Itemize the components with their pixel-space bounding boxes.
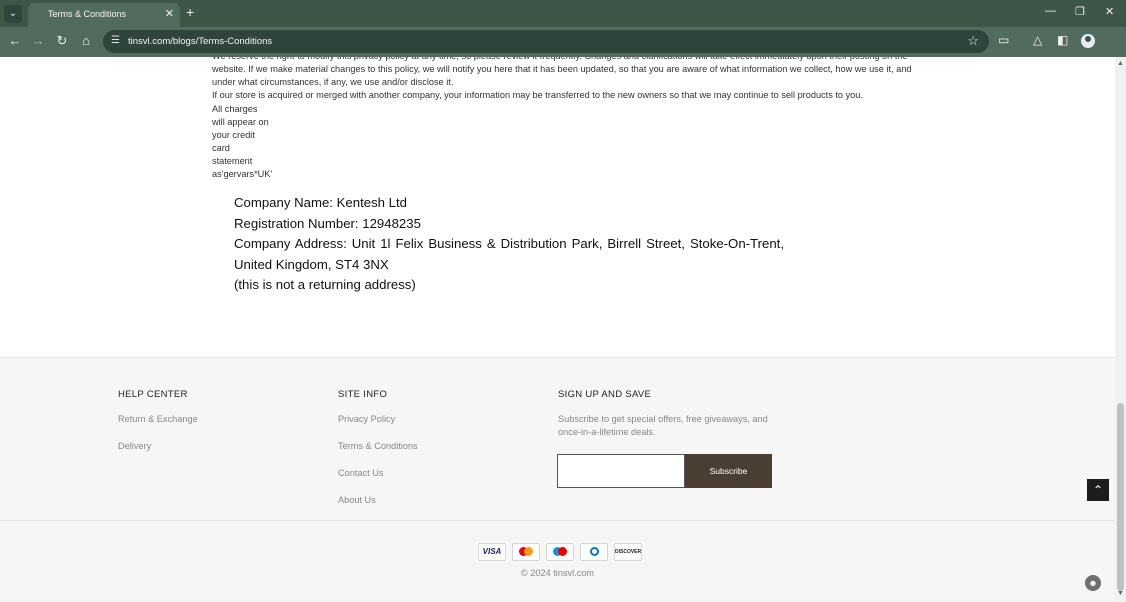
signup-description: Subscribe to get special offers, free gi… — [558, 414, 768, 437]
footer-divider — [0, 520, 1115, 521]
scroll-thumb[interactable] — [1117, 403, 1124, 591]
bookmark-star-icon[interactable]: ☆ — [967, 33, 979, 49]
back-icon[interactable]: ← — [6, 33, 24, 48]
company-info: Company Name: Kentesh Ltd Registration N… — [234, 193, 784, 296]
charges-line: card — [212, 143, 230, 153]
lab-icon[interactable]: △ — [1033, 33, 1042, 47]
copyright-text: © 2024 tinsvl.com — [520, 568, 595, 578]
policy-paragraph: If our store is acquired or merged with … — [212, 90, 863, 100]
page-scrollbar[interactable]: ▲ ▼ — [1115, 57, 1126, 602]
subscribe-button[interactable]: Subscribe — [685, 454, 772, 488]
tab-bar: ⌄ Terms & Conditions ✕ + — ❐ ✕ — [0, 0, 1126, 27]
restore-icon[interactable]: ❐ — [1075, 5, 1085, 18]
discover-icon: DISCOVER — [614, 543, 642, 561]
address-note: (this is not a returning address) — [234, 277, 416, 292]
minimize-icon[interactable]: — — [1045, 5, 1056, 17]
chat-widget-icon[interactable]: ☻ — [1085, 575, 1101, 591]
company-name: Company Name: Kentesh Ltd — [234, 195, 407, 210]
new-tab-icon[interactable]: + — [186, 4, 194, 20]
site-footer: HELP CENTER Return & Exchange Delivery S… — [0, 357, 1115, 602]
mastercard-icon — [512, 543, 540, 561]
registration-number: Registration Number: 12948235 — [234, 215, 421, 231]
footer-link-privacy-policy[interactable]: Privacy Policy — [338, 414, 395, 424]
visa-icon: VISA — [478, 543, 506, 561]
charges-line: your credit — [212, 130, 255, 140]
maestro-icon — [546, 543, 574, 561]
window-close-icon[interactable]: ✕ — [1105, 5, 1114, 18]
extensions-icon[interactable]: ▭ — [998, 33, 1009, 47]
payment-methods: VISA DISCOVER — [478, 543, 642, 561]
charges-line: statement — [212, 156, 253, 166]
charges-line: will appear on — [212, 117, 269, 127]
address-bar[interactable]: ☰ tinsvl.com/blogs/Terms-Conditions ☆ — [103, 30, 989, 53]
help-center-title: HELP CENTER — [118, 389, 188, 400]
company-address-continued: United Kingdom, ST4 3NX — [234, 256, 389, 272]
site-info-icon[interactable]: ☰ — [111, 35, 120, 46]
footer-link-delivery[interactable]: Delivery — [118, 441, 151, 451]
footer-link-contact-us[interactable]: Contact Us — [338, 468, 383, 478]
tab-search-icon[interactable]: ⌄ — [4, 5, 22, 23]
charges-line: as'gervars*UK' — [212, 169, 273, 179]
diners-club-icon — [580, 543, 608, 561]
charges-notice: All charges will appear on your credit c… — [212, 103, 272, 181]
signup-title: SIGN UP AND SAVE — [558, 389, 652, 400]
page-content: We reserve the right to modify this priv… — [0, 57, 1115, 602]
scroll-down-arrow-icon[interactable]: ▼ — [1117, 590, 1124, 597]
company-address: Company Address: Unit 1l Felix Business … — [234, 236, 784, 251]
charges-line: All charges — [212, 104, 258, 114]
browser-toolbar: ← → ↻ ⌂ ☰ tinsvl.com/blogs/Terms-Conditi… — [0, 27, 1126, 57]
url-text[interactable]: tinsvl.com/blogs/Terms-Conditions — [128, 36, 272, 47]
policy-paragraph: We reserve the right to modify this priv… — [212, 57, 912, 87]
home-icon[interactable]: ⌂ — [77, 33, 95, 48]
side-panel-icon[interactable]: ◧ — [1057, 33, 1068, 47]
site-info-title: SITE INFO — [338, 389, 388, 400]
profile-avatar[interactable] — [1081, 34, 1095, 48]
footer-link-about-us[interactable]: About Us — [338, 495, 376, 505]
reload-icon[interactable]: ↻ — [53, 33, 71, 49]
privacy-policy-text: We reserve the right to modify this priv… — [212, 57, 912, 102]
tab-title: Terms & Conditions — [48, 9, 127, 19]
scroll-up-arrow-icon[interactable]: ▲ — [1117, 60, 1124, 67]
email-input[interactable] — [557, 454, 685, 488]
tab-close-icon[interactable]: ✕ — [165, 7, 174, 20]
footer-link-return-exchange[interactable]: Return & Exchange — [118, 414, 198, 424]
active-tab[interactable]: Terms & Conditions ✕ — [28, 3, 180, 27]
back-to-top-icon[interactable]: ⌃ — [1087, 479, 1109, 501]
forward-icon[interactable]: → — [29, 33, 47, 48]
footer-link-terms-conditions[interactable]: Terms & Conditions — [338, 441, 418, 451]
